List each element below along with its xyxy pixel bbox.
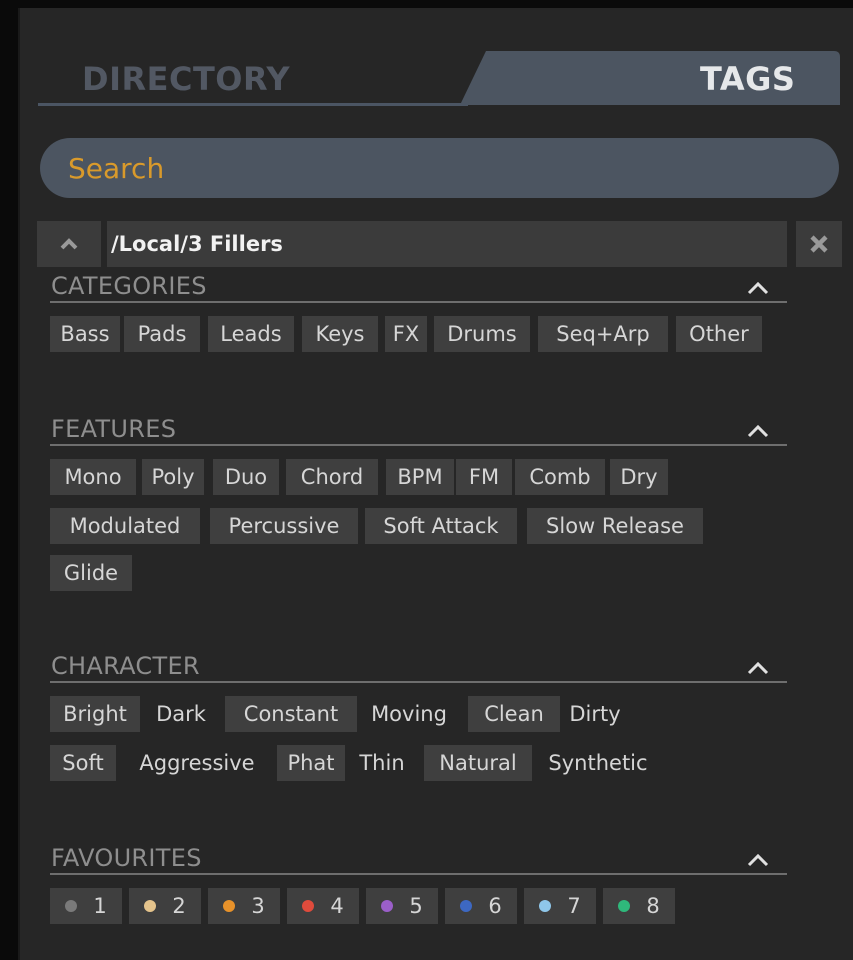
favourite-7[interactable]: 7 bbox=[524, 888, 596, 924]
favourite-label: 3 bbox=[251, 894, 265, 918]
favourite-dot-icon bbox=[223, 900, 236, 912]
favourite-2[interactable]: 2 bbox=[129, 888, 201, 924]
tag-keys[interactable]: Keys bbox=[302, 316, 378, 352]
tag-bpm[interactable]: BPM bbox=[386, 459, 454, 495]
favourite-dot-icon bbox=[460, 900, 473, 912]
tag-dark[interactable]: Dark bbox=[146, 696, 216, 732]
tag-chord[interactable]: Chord bbox=[286, 459, 378, 495]
favourites-row: 1 2 3 4 5 6 7 8 bbox=[50, 888, 787, 924]
section-categories: CATEGORIES Bass Pads Leads Keys FX Drums… bbox=[50, 271, 787, 352]
favourites-header: FAVOURITES bbox=[50, 843, 787, 875]
clear-path-button[interactable] bbox=[796, 221, 842, 267]
favourite-5[interactable]: 5 bbox=[366, 888, 438, 924]
navigate-up-button[interactable] bbox=[37, 221, 101, 267]
collapse-categories-icon[interactable] bbox=[747, 281, 769, 295]
favourite-4[interactable]: 4 bbox=[287, 888, 359, 924]
features-tag-row: Modulated Percussive Soft Attack Slow Re… bbox=[50, 508, 787, 544]
favourite-label: 5 bbox=[409, 894, 423, 918]
features-title: FEATURES bbox=[51, 415, 177, 443]
features-tag-row: Mono Poly Duo Chord BPM FM Comb Dry bbox=[50, 459, 787, 495]
tag-thin[interactable]: Thin bbox=[349, 745, 415, 781]
character-tag-row: Bright Dark Constant Moving Clean Dirty bbox=[50, 696, 787, 732]
favourite-3[interactable]: 3 bbox=[208, 888, 280, 924]
collapse-features-icon[interactable] bbox=[747, 424, 769, 438]
features-tag-row: Glide bbox=[50, 555, 787, 591]
features-header: FEATURES bbox=[50, 414, 787, 446]
tag-duo[interactable]: Duo bbox=[213, 459, 279, 495]
character-tag-row: Soft Aggressive Phat Thin Natural Synthe… bbox=[50, 745, 787, 781]
favourite-label: 4 bbox=[330, 894, 344, 918]
tag-soft-attack[interactable]: Soft Attack bbox=[365, 508, 517, 544]
path-field[interactable]: /Local/3 Fillers bbox=[107, 221, 787, 267]
tag-fx[interactable]: FX bbox=[385, 316, 427, 352]
character-header: CHARACTER bbox=[50, 651, 787, 683]
tag-glide[interactable]: Glide bbox=[50, 555, 132, 591]
tag-bright[interactable]: Bright bbox=[50, 696, 140, 732]
character-title: CHARACTER bbox=[51, 652, 200, 680]
tag-dry[interactable]: Dry bbox=[610, 459, 668, 495]
favourite-dot-icon bbox=[618, 900, 631, 912]
favourite-label: 2 bbox=[172, 894, 186, 918]
categories-header: CATEGORIES bbox=[50, 271, 787, 303]
tab-underline bbox=[38, 103, 468, 106]
tag-other[interactable]: Other bbox=[676, 316, 762, 352]
search-input[interactable] bbox=[40, 138, 839, 198]
tab-tags[interactable]: TAGS bbox=[700, 60, 795, 98]
favourite-dot-icon bbox=[539, 900, 552, 912]
section-features: FEATURES Mono Poly Duo Chord BPM FM Comb… bbox=[50, 414, 787, 591]
tag-slow-release[interactable]: Slow Release bbox=[527, 508, 703, 544]
tag-natural[interactable]: Natural bbox=[424, 745, 532, 781]
favourite-label: 6 bbox=[488, 894, 502, 918]
tag-mono[interactable]: Mono bbox=[50, 459, 136, 495]
tag-synthetic[interactable]: Synthetic bbox=[535, 745, 661, 781]
favourite-label: 8 bbox=[646, 894, 660, 918]
categories-title: CATEGORIES bbox=[51, 272, 207, 300]
favourite-dot-icon bbox=[302, 900, 315, 912]
section-character: CHARACTER Bright Dark Constant Moving Cl… bbox=[50, 651, 787, 781]
tag-bass[interactable]: Bass bbox=[50, 316, 120, 352]
tag-seq-arp[interactable]: Seq+Arp bbox=[538, 316, 668, 352]
tag-modulated[interactable]: Modulated bbox=[50, 508, 200, 544]
close-icon bbox=[810, 235, 828, 253]
tag-soft[interactable]: Soft bbox=[50, 745, 116, 781]
tag-constant[interactable]: Constant bbox=[225, 696, 357, 732]
tag-clean[interactable]: Clean bbox=[468, 696, 560, 732]
tag-poly[interactable]: Poly bbox=[142, 459, 204, 495]
tag-leads[interactable]: Leads bbox=[208, 316, 294, 352]
tag-percussive[interactable]: Percussive bbox=[210, 508, 358, 544]
tag-fm[interactable]: FM bbox=[456, 459, 512, 495]
favourite-dot-icon bbox=[144, 900, 157, 912]
favourite-dot-icon bbox=[65, 900, 78, 912]
tag-phat[interactable]: Phat bbox=[277, 745, 345, 781]
tag-dirty[interactable]: Dirty bbox=[560, 696, 630, 732]
tag-pads[interactable]: Pads bbox=[124, 316, 200, 352]
favourite-8[interactable]: 8 bbox=[603, 888, 675, 924]
tag-comb[interactable]: Comb bbox=[515, 459, 605, 495]
tab-directory[interactable]: DIRECTORY bbox=[82, 60, 290, 98]
chevron-up-icon bbox=[60, 238, 78, 250]
favourite-label: 7 bbox=[567, 894, 581, 918]
favourite-label: 1 bbox=[93, 894, 107, 918]
tag-moving[interactable]: Moving bbox=[360, 696, 458, 732]
tags-browser-panel: DIRECTORY TAGS /Local/3 Fillers CATEGORI… bbox=[18, 8, 853, 960]
favourite-6[interactable]: 6 bbox=[445, 888, 517, 924]
collapse-favourites-icon[interactable] bbox=[747, 853, 769, 867]
collapse-character-icon[interactable] bbox=[747, 661, 769, 675]
favourites-title: FAVOURITES bbox=[51, 844, 202, 872]
categories-tag-row: Bass Pads Leads Keys FX Drums Seq+Arp Ot… bbox=[50, 316, 787, 352]
section-favourites: FAVOURITES 1 2 3 4 5 6 7 8 bbox=[50, 843, 787, 924]
tag-drums[interactable]: Drums bbox=[434, 316, 530, 352]
favourite-dot-icon bbox=[381, 900, 394, 912]
favourite-1[interactable]: 1 bbox=[50, 888, 122, 924]
tag-aggressive[interactable]: Aggressive bbox=[122, 745, 272, 781]
